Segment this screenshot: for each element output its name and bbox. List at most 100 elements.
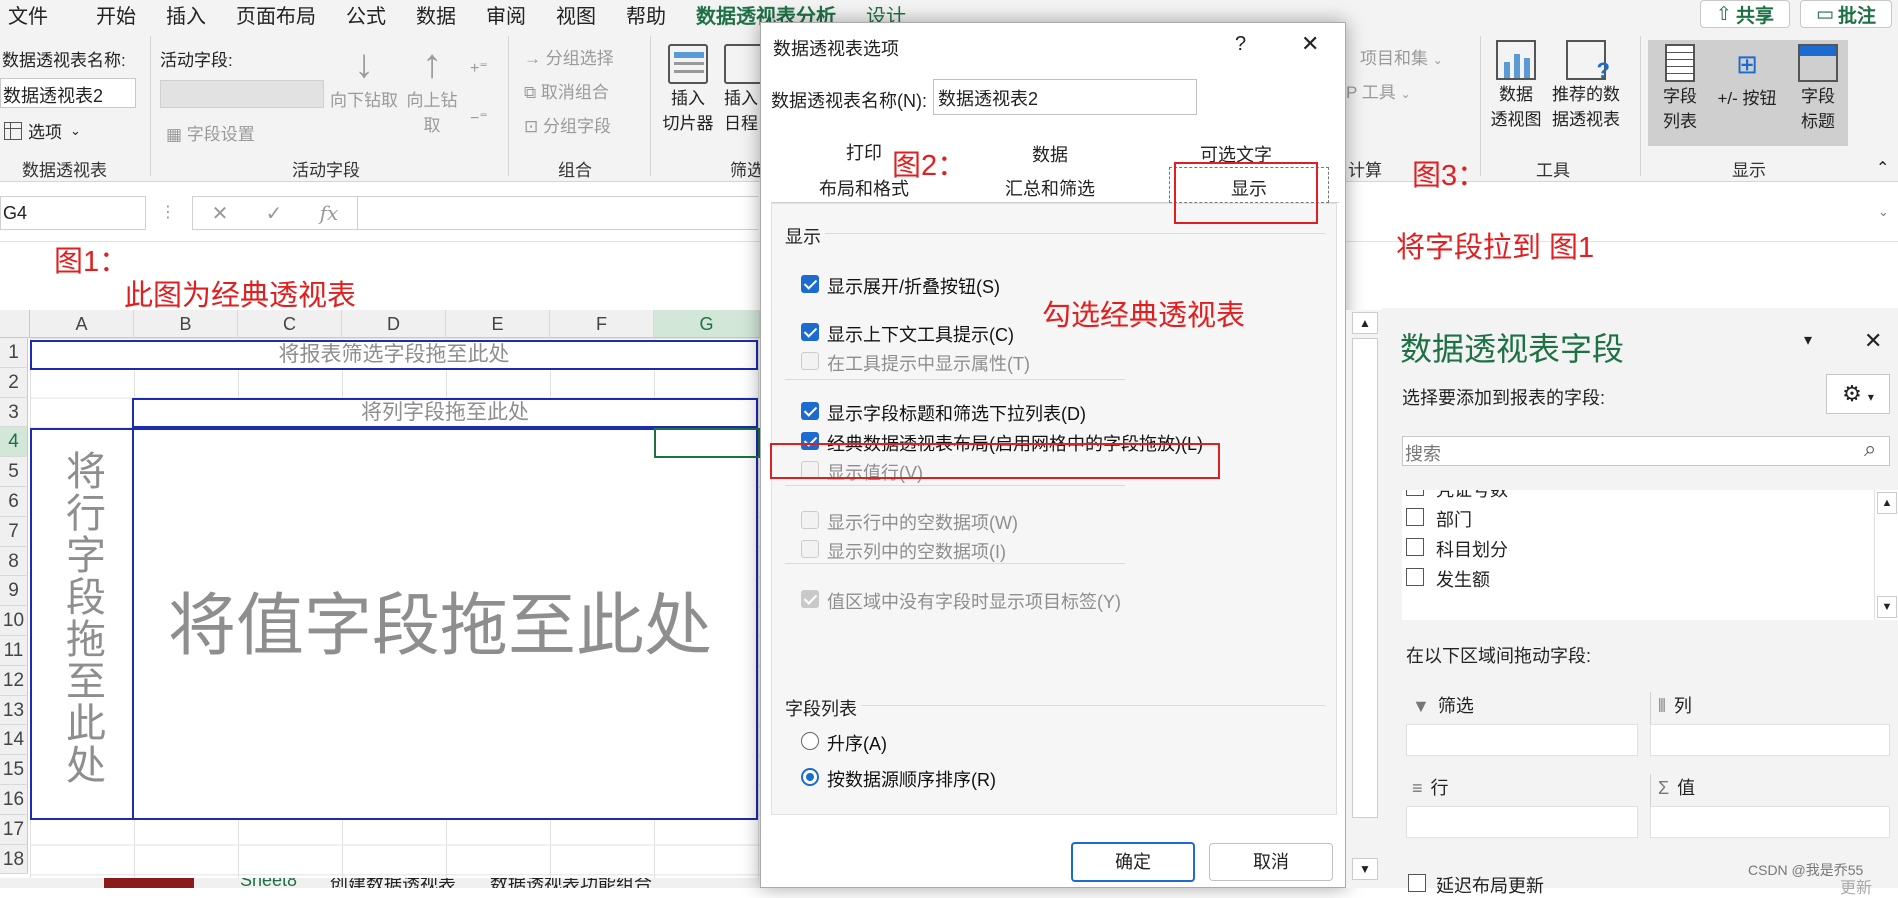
enter-icon[interactable]: ✓ [266, 201, 283, 226]
area-rows-drop[interactable] [1406, 806, 1638, 838]
row-header[interactable]: 17 [0, 814, 28, 845]
expand-field-icon[interactable]: +⁼ [470, 58, 488, 78]
field-list-button[interactable]: 字段 列表 [1652, 44, 1708, 132]
share-button[interactable]: ⇧ 共享 [1700, 0, 1790, 28]
close-button[interactable]: ✕ [1301, 31, 1319, 57]
tab-review[interactable]: 审阅 [486, 0, 526, 29]
tab-page-layout[interactable]: 页面布局 [236, 0, 316, 29]
column-header-selected[interactable]: G [654, 310, 760, 338]
search-icon[interactable]: ⌕ [1864, 436, 1876, 462]
field-item[interactable]: 科目划分 [1436, 536, 1508, 562]
column-header[interactable]: B [134, 310, 238, 338]
option-checkbox[interactable] [801, 511, 819, 529]
pivot-name-field[interactable]: 数据透视表2 [933, 79, 1197, 115]
value-field-drop-zone[interactable]: 将值字段拖至此处 [132, 428, 758, 820]
tab-formulas[interactable]: 公式 [346, 0, 386, 29]
area-filter-drop[interactable] [1406, 724, 1638, 756]
column-header[interactable]: D [342, 310, 446, 338]
row-header[interactable]: 11 [0, 635, 28, 666]
field-item[interactable]: 部门 [1436, 506, 1472, 532]
active-cell[interactable] [654, 428, 760, 458]
close-icon[interactable]: ✕ [1864, 328, 1882, 354]
row-header[interactable]: 12 [0, 665, 28, 696]
column-header[interactable]: E [446, 310, 550, 338]
row-header[interactable]: 9 [0, 576, 28, 607]
expand-formula-icon[interactable]: ⌄ [1878, 204, 1889, 220]
option-checkbox[interactable] [801, 540, 819, 558]
collapse-ribbon-icon[interactable]: ⌃ [1876, 158, 1889, 178]
group-field-button[interactable]: ⊡ 分组字段 [524, 112, 611, 137]
tab-view[interactable]: 视图 [556, 0, 596, 29]
active-field-input[interactable] [160, 80, 324, 108]
row-header[interactable]: 10 [0, 606, 28, 636]
row-header[interactable]: 2 [0, 367, 28, 398]
cancel-button[interactable]: 取消 [1209, 843, 1333, 881]
row-header[interactable]: 3 [0, 397, 28, 428]
group-selection-button[interactable]: → 分组选择 [524, 44, 614, 69]
option-checkbox[interactable] [801, 275, 819, 293]
ok-button[interactable]: 确定 [1071, 842, 1195, 882]
field-checkbox[interactable] [1406, 538, 1424, 556]
option-checkbox[interactable] [801, 323, 819, 341]
name-box[interactable]: G4 [0, 196, 146, 230]
drill-up-button[interactable]: ↑ 向上钻 取 [402, 42, 462, 136]
plus-minus-buttons-button[interactable]: ⊞ +/- 按钮 [1710, 44, 1784, 109]
insert-slicer-button[interactable]: 插入 切片器 [660, 44, 716, 134]
sheet-tab[interactable]: 数据透视表功能组合 [490, 878, 652, 888]
help-button[interactable]: ? [1235, 33, 1246, 56]
option-checkbox[interactable] [801, 352, 819, 370]
select-all-corner[interactable] [0, 310, 30, 338]
tab-file[interactable]: 文件 [8, 0, 48, 29]
scroll-down-icon[interactable]: ▼ [1352, 858, 1378, 880]
pivot-name-input[interactable]: 数据透视表2 [0, 78, 136, 108]
area-columns-drop[interactable] [1650, 724, 1890, 756]
sheet-tab-active[interactable]: Sheet8 [240, 878, 297, 888]
column-header[interactable]: F [550, 310, 654, 338]
options-button[interactable]: 选项 ⌄ [4, 118, 81, 143]
sort-source-order-radio[interactable] [801, 768, 819, 786]
scroll-down-icon[interactable]: ▼ [1877, 596, 1897, 618]
pivotchart-button[interactable]: 数据 透视图 [1490, 40, 1542, 130]
column-header[interactable]: C [238, 310, 342, 338]
sort-ascending-radio[interactable] [801, 732, 819, 750]
row-field-drop-zone[interactable]: 将行字段拖至此处 [30, 428, 134, 820]
sheet-tab-prev[interactable] [104, 878, 194, 888]
tab-insert[interactable]: 插入 [166, 0, 206, 29]
row-header-selected[interactable]: 4 [0, 427, 28, 458]
scroll-up-icon[interactable]: ▲ [1352, 312, 1378, 334]
chevron-down-icon[interactable]: ▾ [1804, 330, 1812, 350]
gear-icon[interactable]: ⚙ ▾ [1826, 374, 1890, 414]
cancel-icon[interactable]: ✕ [212, 201, 229, 226]
report-filter-drop-zone[interactable]: 将报表筛选字段拖至此处 [30, 340, 758, 370]
row-header[interactable]: 18 [0, 844, 28, 875]
field-headers-button[interactable]: 字段 标题 [1790, 44, 1846, 132]
row-header[interactable]: 1 [0, 338, 28, 368]
field-search-input[interactable]: 搜索 [1402, 436, 1890, 466]
row-header[interactable]: 8 [0, 546, 28, 577]
area-values-drop[interactable] [1650, 806, 1890, 838]
tab-data[interactable]: 数据 [957, 141, 1143, 167]
option-checkbox[interactable] [801, 402, 819, 420]
function-icon[interactable]: fx [320, 201, 339, 225]
scroll-up-icon[interactable]: ▲ [1877, 492, 1897, 514]
field-checkbox[interactable] [1406, 568, 1424, 586]
scrollbar-thumb[interactable] [1352, 338, 1378, 818]
ungroup-button[interactable]: ⧉ 取消组合 [524, 78, 609, 103]
row-header[interactable]: 15 [0, 755, 28, 785]
row-header[interactable]: 5 [0, 457, 28, 487]
column-header[interactable]: A [30, 310, 134, 338]
items-sets-button[interactable]: 项目和集 ⌄ [1360, 44, 1443, 69]
defer-update-checkbox[interactable] [1408, 874, 1426, 892]
collapse-field-icon[interactable]: −⁼ [470, 108, 488, 128]
row-header[interactable]: 14 [0, 725, 28, 756]
tab-help[interactable]: 帮助 [626, 0, 666, 29]
column-field-drop-zone[interactable]: 将列字段拖至此处 [132, 398, 758, 428]
comments-button[interactable]: ▭ 批注 [1800, 0, 1892, 28]
field-item[interactable]: 发生额 [1436, 566, 1490, 592]
drill-down-button[interactable]: ↓ 向下钻取 [326, 42, 402, 111]
tab-data[interactable]: 数据 [416, 0, 456, 29]
row-header[interactable]: 7 [0, 516, 28, 547]
field-item[interactable]: 凭证号数 [1436, 490, 1508, 502]
tab-home[interactable]: 开始 [96, 0, 136, 29]
field-checkbox[interactable] [1406, 508, 1424, 526]
